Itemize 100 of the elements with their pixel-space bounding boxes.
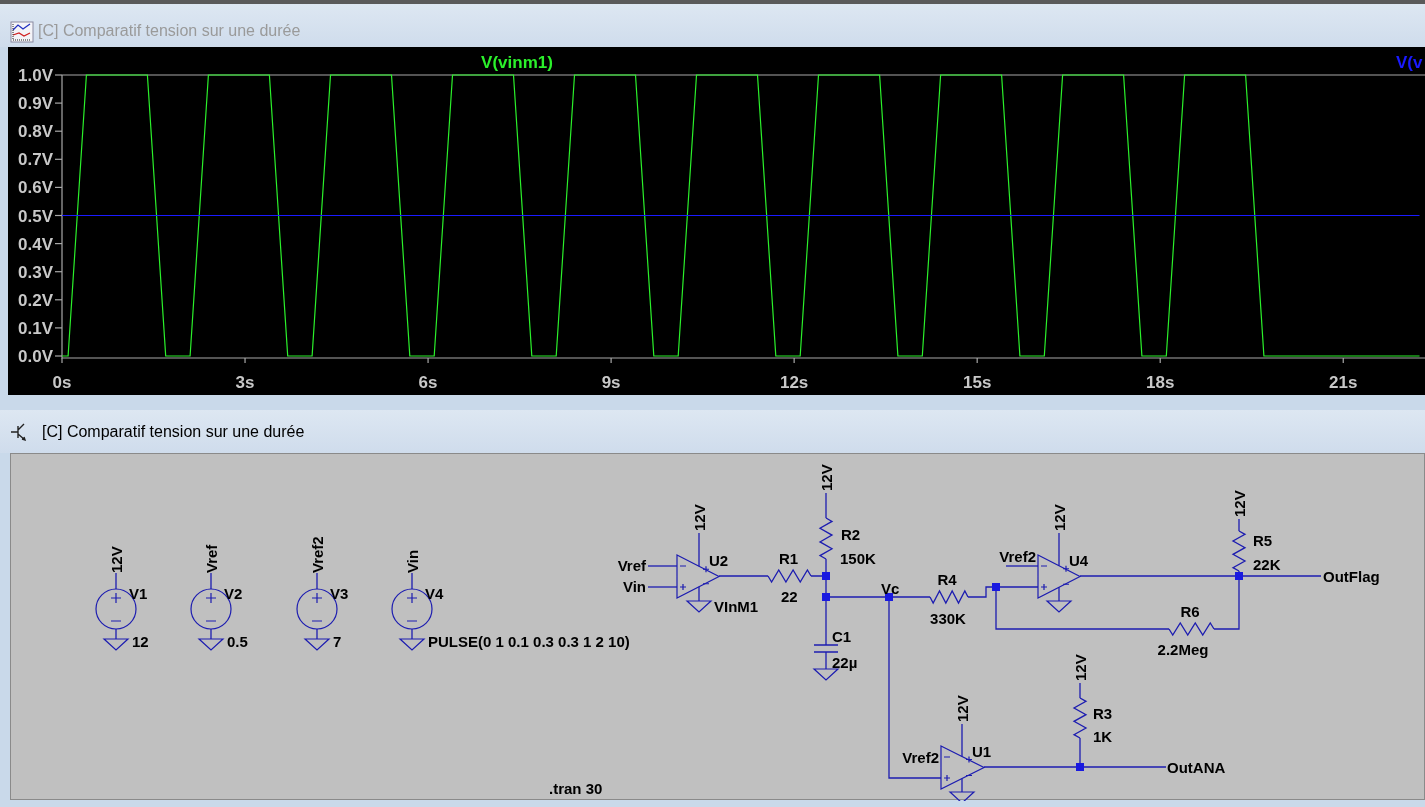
net-label: Vref [203, 544, 220, 573]
component-label: U1 [972, 743, 992, 760]
component-label: V2 [224, 585, 243, 602]
y-tick-label: 0.2V [18, 290, 53, 310]
y-tick-label: 0.7V [18, 150, 53, 170]
component-label: R3 [1093, 705, 1113, 722]
trace-label: V(vinm1) [481, 53, 553, 72]
wire [647, 565, 678, 567]
y-tick-label: 0.5V [18, 206, 53, 226]
wire [698, 586, 700, 602]
wire [961, 777, 963, 793]
x-tick-label: 3s [235, 373, 255, 392]
component-label: R5 [1253, 532, 1273, 549]
net-label: Vin [404, 549, 421, 573]
net-label: 12V [108, 546, 125, 573]
x-tick-label: 6s [418, 373, 438, 392]
y-tick-label: 0.3V [18, 262, 53, 282]
x-tick-label: 0s [52, 373, 72, 392]
wire [1058, 532, 1060, 567]
net-label: 12V [1231, 490, 1248, 517]
wire [1238, 518, 1240, 532]
resistor-symbol [767, 568, 812, 584]
resistor-symbol [818, 517, 834, 560]
wire [210, 572, 212, 590]
ground-symbol [1045, 600, 1073, 613]
wire [316, 628, 318, 640]
value-label: 150K [840, 550, 876, 567]
wire [718, 575, 769, 577]
x-tick-label: 9s [601, 373, 621, 392]
net-label: 12V [691, 504, 708, 531]
net-label: 12V [954, 695, 971, 722]
component-label: R1 [779, 550, 799, 567]
value-label: 1K [1093, 728, 1113, 745]
resistor-symbol [1231, 530, 1247, 572]
component-label: U2 [709, 552, 729, 569]
y-tick-label: 0.1V [18, 318, 53, 338]
net-label: OutANA [1167, 759, 1226, 776]
wire [316, 572, 318, 590]
value-label: PULSE(0 1 0.1 0.3 0.3 1 2 10) [428, 633, 630, 650]
value-label: 22K [1253, 556, 1281, 573]
ground-symbol [102, 638, 130, 651]
value-label: 0.5 [227, 633, 248, 650]
window-title: [C] Comparatif tension sur une durée [38, 21, 301, 41]
chart-icon [10, 21, 34, 43]
net-label: 12V [1051, 504, 1068, 531]
ground-symbol [303, 638, 331, 651]
wire [825, 651, 827, 670]
component-label: V4 [425, 585, 444, 602]
resistor-symbol [1168, 621, 1215, 637]
ground-symbol [685, 600, 713, 613]
net-label: Vref2 [309, 536, 326, 573]
value-label: 22µ [832, 654, 858, 671]
wire [411, 572, 413, 590]
wire [698, 532, 700, 567]
wire [411, 628, 413, 640]
net-label: Vref [617, 557, 646, 574]
spice-directive: .tran 30 [549, 780, 603, 797]
net-label: VInM1 [714, 598, 759, 615]
wire [210, 628, 212, 640]
net-label: Vref2 [999, 548, 1036, 565]
value-label: 22 [781, 588, 798, 605]
resistor-symbol [929, 589, 969, 605]
net-label: Vc [881, 580, 900, 597]
component-label: U4 [1069, 552, 1089, 569]
net-label: Vin [622, 578, 646, 595]
ground-symbol [398, 638, 426, 651]
x-tick-label: 21s [1329, 373, 1358, 392]
capacitor-symbol [813, 644, 839, 653]
component-label: V3 [330, 585, 349, 602]
wire [115, 572, 117, 590]
wire [647, 586, 678, 588]
component-label: C1 [832, 628, 852, 645]
wire [825, 492, 827, 519]
trace-label: V(v [1396, 53, 1423, 72]
net-label: 12V [818, 464, 835, 491]
y-tick-label: 0.4V [18, 234, 53, 254]
y-tick-label: 0.0V [18, 347, 53, 366]
net-label: 12V [1072, 654, 1089, 681]
resistor-symbol [1072, 697, 1088, 739]
y-tick-label: 0.6V [18, 178, 53, 198]
wire [115, 628, 117, 640]
value-label: 330K [930, 610, 966, 627]
wire [1079, 682, 1081, 699]
x-tick-label: 15s [963, 373, 992, 392]
value-label: 12 [132, 633, 149, 650]
wire [1005, 565, 1039, 567]
window-title: [C] Comparatif tension sur une durée [42, 421, 305, 442]
value-label: 7 [333, 633, 342, 650]
component-label: R6 [1180, 603, 1200, 620]
component-label: R2 [841, 526, 861, 543]
value-label: 2.2Meg [1157, 641, 1209, 658]
x-tick-label: 18s [1146, 373, 1175, 392]
y-tick-label: 0.8V [18, 122, 53, 142]
x-tick-label: 12s [779, 373, 809, 392]
net-label: OutFlag [1323, 568, 1380, 585]
ground-symbol [948, 791, 976, 801]
net-label: Vref2 [902, 749, 939, 766]
component-label: V1 [129, 585, 148, 602]
y-tick-label: 1.0V [18, 66, 53, 85]
ground-symbol [197, 638, 225, 651]
